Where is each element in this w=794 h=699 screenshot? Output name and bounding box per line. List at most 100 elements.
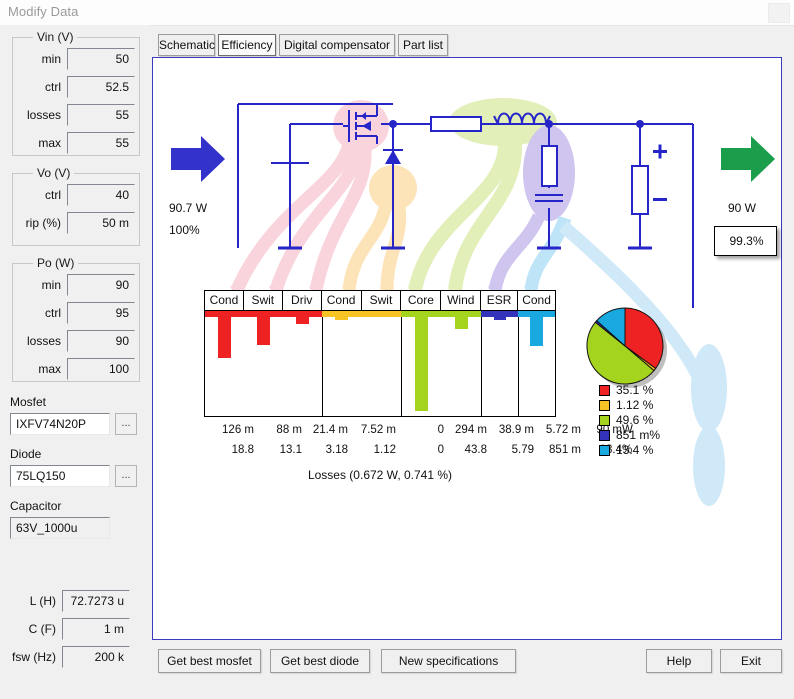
output-power-label: 90 W: [728, 201, 756, 215]
loss-percent-row-cell-7: 851 m: [535, 444, 581, 456]
field-value: 50 m: [102, 216, 129, 230]
field-value: 50: [116, 52, 129, 66]
legend-swatch-1: [599, 400, 610, 411]
button-exit[interactable]: Exit: [720, 649, 782, 673]
tab-schematic[interactable]: Schematic: [158, 34, 215, 56]
label-diode: Diode: [10, 447, 41, 461]
input-min[interactable]: 50: [67, 48, 135, 70]
efficiency-readout-box: 99.3%: [714, 226, 777, 256]
input-min[interactable]: 90: [67, 274, 135, 296]
param-row: fsw (Hz)200 k: [0, 646, 140, 670]
group-title: Po (W): [33, 256, 78, 270]
series-resistor-symbol: [431, 117, 481, 131]
browse-diode-button[interactable]: ...: [115, 465, 137, 487]
field-row: max 55: [15, 132, 137, 156]
field-label: losses: [15, 108, 61, 122]
group-title: Vo (V): [33, 166, 74, 180]
loss-percent-row-cell-4: 0: [398, 444, 444, 456]
bar-header-0: Cond: [205, 291, 244, 310]
field-value: 55: [116, 108, 129, 122]
efficiency-panel: 90.7 W 100% 90 W 99.3% CondSwitDrivCondS…: [152, 57, 782, 640]
loss-watts-row-cell-3: 7.52 m: [350, 424, 396, 436]
bar-7: [494, 317, 506, 320]
bar-header-5: Core: [401, 291, 441, 310]
field-label: rip (%): [15, 216, 61, 230]
field-row: losses 90: [15, 330, 137, 354]
field-row: min90: [15, 274, 137, 298]
legend-swatch-3: [599, 430, 610, 441]
field-row: ctrl 40: [15, 184, 137, 208]
legend-swatch-2: [599, 415, 610, 426]
tab-digital-compensator[interactable]: Digital compensator: [279, 34, 395, 56]
group-color-bar-inductor: [401, 311, 481, 317]
button-help[interactable]: Help: [646, 649, 712, 673]
loss-values-table: 126 m88 m21.4 m7.52 m0294 m38.9 m5.72 m9…: [198, 424, 568, 472]
group-po: Po (W)min90ctrl95losses90max100: [12, 263, 140, 382]
field-label: ctrl: [15, 306, 61, 320]
field-row: rip (%) 50 m: [15, 212, 137, 236]
legend-label-0: 35.1 %: [616, 383, 653, 397]
input-mosfet[interactable]: IXFV74N20P: [10, 413, 110, 435]
tab-part-list[interactable]: Part list: [398, 34, 448, 56]
legend-swatch-0: [599, 385, 610, 396]
group-separator: [518, 311, 519, 416]
param-value: 200 k: [95, 650, 124, 664]
input-cf[interactable]: 1 m: [62, 618, 130, 640]
field-label: max: [15, 136, 61, 150]
button-new-specifications[interactable]: New specifications: [381, 649, 516, 673]
loss-percent-row-cell-6: 5.79: [488, 444, 534, 456]
field-value: 55: [116, 136, 129, 150]
bar-header-4: Swit: [362, 291, 402, 310]
loss-percent-row: 18.813.13.181.12043.85.79851 m13.4%: [198, 444, 568, 460]
input-diode[interactable]: 75LQ150: [10, 465, 110, 487]
group-separator: [322, 311, 323, 416]
tab-efficiency[interactable]: Efficiency: [218, 34, 276, 56]
load-resistor-symbol: [632, 166, 648, 214]
window-close-icon[interactable]: [768, 3, 790, 23]
field-label: losses: [15, 334, 61, 348]
legend-swatch-4: [599, 445, 610, 456]
field-label: ctrl: [15, 80, 61, 94]
loss-percent-row-cell-0: 18.8: [208, 444, 254, 456]
group-separator: [401, 311, 402, 416]
input-rip[interactable]: 50 m: [67, 212, 135, 234]
legend-label-4: 13.4 %: [616, 443, 653, 457]
input-value: IXFV74N20P: [16, 417, 86, 431]
input-ctrl[interactable]: 95: [67, 302, 135, 324]
field-row: losses 55: [15, 104, 137, 128]
efficiency-value: 99.3%: [715, 234, 778, 248]
bar-8: [530, 317, 542, 346]
input-losses[interactable]: 90: [67, 330, 135, 352]
field-label: ctrl: [15, 188, 61, 202]
legend-label-1: 1.12 %: [616, 398, 653, 412]
junction-dot: [545, 120, 553, 128]
input-losses[interactable]: 55: [67, 104, 135, 126]
group-separator: [481, 311, 482, 416]
loss-watts-row-cell-6: 38.9 m: [488, 424, 534, 436]
bar-header-7: ESR: [481, 291, 518, 310]
sidebar: Vin (V)min50ctrl52.5losses55max55Vo (V)c…: [0, 25, 150, 699]
input-value: 63V_1000u: [16, 521, 77, 535]
bar-1: [257, 317, 270, 345]
param-value: 1 m: [104, 622, 124, 636]
field-label: min: [15, 52, 61, 66]
input-ctrl[interactable]: 52.5: [67, 76, 135, 98]
input-value: 75LQ150: [16, 469, 65, 483]
loss-watts-row-cell-1: 88 m: [256, 424, 302, 436]
polarity-marks: [653, 145, 667, 202]
input-lh[interactable]: 72.7273 u: [62, 590, 130, 612]
input-capacitor[interactable]: 63V_1000u: [10, 517, 110, 539]
input-ctrl[interactable]: 40: [67, 184, 135, 206]
button-get-best-diode[interactable]: Get best diode: [270, 649, 370, 673]
input-fswhz[interactable]: 200 k: [62, 646, 130, 668]
browse-mosfet-button[interactable]: ...: [115, 413, 137, 435]
input-max[interactable]: 55: [67, 132, 135, 154]
bar-2: [296, 317, 309, 324]
button-get-best-mosfet[interactable]: Get best mosfet: [158, 649, 261, 673]
loss-watts-row-cell-7: 5.72 m: [535, 424, 581, 436]
loss-watts-row: 126 m88 m21.4 m7.52 m0294 m38.9 m5.72 m9…: [198, 424, 568, 440]
bar-6: [455, 317, 468, 329]
input-max[interactable]: 100: [67, 358, 135, 380]
loss-watts-row-cell-5: 294 m: [441, 424, 487, 436]
loss-watts-row-cell-0: 126 m: [208, 424, 254, 436]
